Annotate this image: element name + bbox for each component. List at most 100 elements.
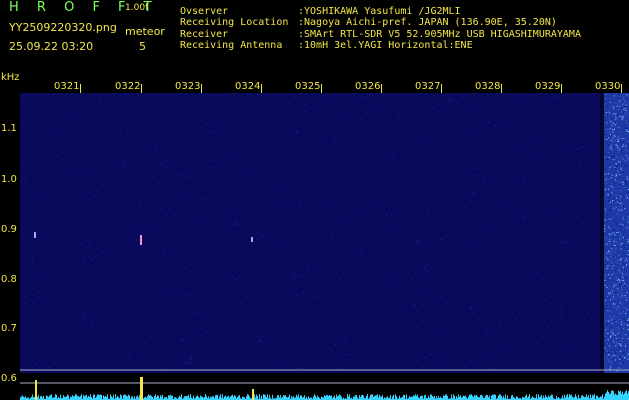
noise-pixel [497, 313, 499, 315]
noise-pixel [622, 149, 624, 150]
noise-pixel [482, 181, 484, 183]
spectrum-bin [516, 396, 517, 400]
spectrum-bin [162, 394, 163, 400]
spectrum-bin [137, 395, 138, 400]
noise-pixel [612, 156, 614, 158]
noise-pixel [81, 243, 83, 244]
noise-pixel [611, 140, 613, 142]
noise-pixel [369, 95, 370, 97]
noise-pixel [23, 304, 25, 306]
noise-pixel [626, 292, 628, 294]
noise-pixel [621, 321, 623, 323]
spectrum-bin [495, 394, 496, 400]
noise-pixel [626, 332, 628, 334]
noise-pixel [544, 321, 546, 323]
noise-pixel [617, 121, 619, 123]
noise-pixel [340, 217, 342, 219]
noise-pixel [581, 359, 583, 361]
noise-pixel [622, 117, 624, 119]
noise-pixel [607, 164, 609, 166]
spectrum-bin [552, 394, 553, 400]
noise-pixel [611, 100, 613, 102]
noise-pixel [610, 191, 612, 193]
noise-pixel [618, 329, 620, 331]
noise-pixel [457, 107, 459, 109]
noise-pixel [612, 160, 614, 162]
noise-pixel [561, 310, 563, 311]
noise-pixel [604, 153, 606, 155]
noise-pixel [468, 332, 470, 333]
noise-pixel [266, 114, 268, 116]
noise-pixel [613, 130, 615, 132]
spectrum-bin [67, 394, 68, 400]
meteor-spike [35, 380, 37, 400]
noise-pixel [383, 258, 385, 260]
noise-pixel [620, 100, 622, 102]
noise-pixel [623, 195, 625, 197]
spectrum-bin [94, 394, 95, 400]
noise-pixel [605, 364, 607, 366]
noise-pixel [595, 250, 596, 252]
noise-pixel [523, 355, 525, 357]
noise-pixel [623, 247, 625, 248]
noise-pixel [181, 195, 183, 197]
spectrum-bin [392, 396, 393, 400]
noise-pixel [623, 183, 625, 185]
spectrum-bin [83, 395, 84, 400]
spectrum-bin [420, 396, 421, 400]
noise-pixel [614, 163, 616, 164]
noise-pixel [612, 106, 614, 108]
noise-pixel [476, 323, 478, 325]
noise-pixel [429, 137, 431, 139]
noise-pixel [616, 201, 618, 203]
noise-pixel [613, 95, 615, 97]
noise-pixel [531, 331, 533, 333]
noise-pixel [625, 273, 627, 275]
noise-pixel [625, 120, 627, 122]
spectrum-bin [235, 396, 236, 400]
noise-pixel [253, 203, 255, 205]
noise-pixel [468, 164, 470, 166]
noise-pixel [90, 339, 92, 341]
noise-pixel [618, 281, 620, 283]
noise-pixel [297, 242, 299, 244]
noise-pixel [557, 356, 559, 358]
noise-pixel [620, 162, 622, 164]
noise-pixel [523, 327, 525, 329]
noise-pixel [605, 352, 607, 354]
spectrum-bin [124, 394, 125, 400]
noise-pixel [619, 96, 621, 98]
noise-pixel [620, 259, 622, 261]
spectrum-bin [72, 395, 73, 400]
noise-pixel [532, 130, 534, 131]
noise-pixel [378, 124, 380, 126]
noise-pixel [485, 206, 487, 208]
noise-pixel [21, 237, 23, 239]
noise-pixel [201, 119, 203, 121]
spectrum-bin [460, 395, 461, 400]
noise-pixel [329, 207, 331, 209]
spectrum-bin [170, 394, 171, 400]
noise-pixel [53, 337, 55, 339]
noise-pixel [203, 344, 205, 346]
noise-pixel [620, 237, 622, 239]
noise-pixel [615, 338, 617, 340]
spectrum-bin [208, 396, 209, 400]
noise-pixel [119, 278, 121, 280]
noise-pixel [627, 257, 628, 259]
noise-pixel [70, 309, 72, 311]
noise-pixel [548, 328, 549, 329]
noise-pixel [604, 357, 606, 359]
noise-pixel [287, 207, 289, 209]
spectrum-bin [481, 395, 482, 400]
noise-pixel [235, 279, 237, 280]
spectrum-bin [127, 396, 128, 400]
noise-pixel [609, 196, 611, 198]
spectrum-bin [193, 395, 194, 400]
spectrum-bin [88, 395, 89, 400]
spectrum-bin [25, 396, 26, 400]
noise-pixel [610, 132, 611, 134]
meteor-echo [34, 232, 36, 238]
noise-pixel [472, 191, 474, 193]
noise-pixel [502, 224, 504, 226]
